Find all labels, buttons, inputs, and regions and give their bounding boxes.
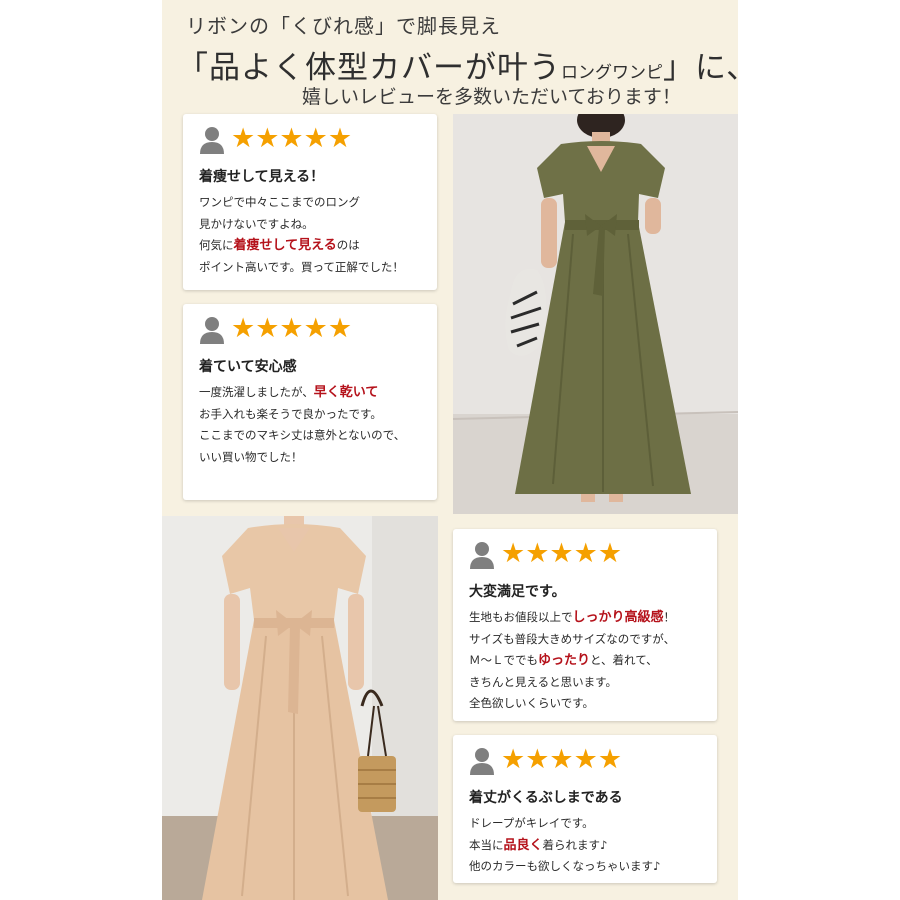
highlight-text: しっかり高級感 bbox=[572, 610, 664, 625]
review-card-3: ★★★★★ 大変満足です。 生地もお値段以上でしっかり高級感！ サイズも普段大きめ… bbox=[453, 529, 717, 721]
heading-line-1: リボンの「くびれ感」で脚長見え bbox=[186, 14, 501, 38]
model-photo-beige-dress-icon bbox=[162, 516, 438, 900]
review-text: ここまでのマキシ丈は意外とないので、 bbox=[199, 428, 406, 442]
review-line: いい買い物でした！ bbox=[199, 447, 405, 469]
user-icon bbox=[200, 127, 224, 154]
review-line: きちんと見えると思います。 bbox=[469, 672, 675, 694]
review-text: サイズも普段大きめサイズなのですが、 bbox=[469, 631, 676, 646]
review-line: 生地もお値段以上でしっかり高級感！ bbox=[469, 607, 675, 629]
review-line: 全色欲しいくらいです。 bbox=[469, 693, 675, 715]
review-card-2: ★★★★★ 着ていて安心感 一度洗濯しましたが、早く乾いてお手入れも楽そうで良か… bbox=[183, 304, 437, 500]
review-text: 何気に bbox=[199, 238, 234, 252]
review-line: お手入れも楽そうで良かったです。 bbox=[199, 404, 405, 426]
review-text: 生地もお値段以上で bbox=[469, 610, 573, 624]
review-card-1: ★★★★★ 着痩せして見える！ ワンピで中々ここまでのロング 見かけないですよね。… bbox=[183, 114, 437, 290]
highlight-text: 着痩せして見える bbox=[233, 238, 337, 253]
review-text: きちんと見えると思います。 bbox=[469, 674, 618, 689]
review-line: サイズも普段大きめサイズなのですが、 bbox=[469, 629, 675, 651]
review-text: 見かけないですよね。 bbox=[199, 216, 314, 231]
heading-line-2-end: 」に、 bbox=[663, 50, 759, 86]
review-line: 他のカラーも欲しくなっちゃいます♪ bbox=[469, 856, 660, 878]
review-text: いい買い物でした！ bbox=[199, 449, 303, 464]
review-title: 着丈がくるぶしまである bbox=[469, 790, 623, 806]
heading-line-2-main: 「品よく体型カバーが叶う bbox=[177, 50, 561, 86]
beige-dress-photo bbox=[162, 516, 438, 900]
review-text: 他のカラーも欲しくなっちゃいます♪ bbox=[469, 859, 661, 873]
review-line: Ｍ～Ｌででもゆったりと、着れて、 bbox=[469, 650, 675, 672]
star-rating: ★★★★★ bbox=[501, 538, 623, 569]
review-text: と、着れて、 bbox=[590, 653, 658, 667]
review-text: ドレープがキレイです。 bbox=[469, 816, 594, 830]
review-line: ドレープがキレイです。 bbox=[469, 813, 660, 835]
model-photo-khaki-dress-icon bbox=[453, 114, 738, 514]
review-line: ワンピで中々ここまでのロング bbox=[199, 192, 404, 214]
review-title: 着ていて安心感 bbox=[199, 359, 297, 375]
review-body: ドレープがキレイです。 本当に品良く着られます♪ 他のカラーも欲しくなっちゃいます♪ bbox=[469, 813, 660, 878]
review-text: 本当に bbox=[469, 837, 504, 852]
review-body: 生地もお値段以上でしっかり高級感！ サイズも普段大きめサイズなのですが、 Ｍ～Ｌでで… bbox=[469, 607, 675, 715]
user-icon bbox=[470, 748, 494, 775]
review-text: お手入れも楽そうで良かったです。 bbox=[199, 406, 382, 421]
khaki-dress-photo bbox=[453, 114, 738, 514]
review-line: 何気に着痩せして見えるのは bbox=[199, 235, 404, 257]
review-title: 着痩せして見える！ bbox=[199, 169, 325, 185]
review-title: 大変満足です。 bbox=[469, 584, 566, 600]
review-text: のは bbox=[336, 238, 360, 252]
review-text: 着られます♪ bbox=[542, 837, 608, 852]
review-body: ワンピで中々ここまでのロング 見かけないですよね。 何気に着痩せして見えるのは ポイン… bbox=[199, 192, 404, 278]
heading-line-2: 「品よく体型カバーが叶うロングワンピ」に、 bbox=[177, 42, 758, 87]
heading-line-3: 嬉しいレビューを多数いただいております！ bbox=[302, 86, 681, 108]
heading-line-2-product: ロングワンピ bbox=[561, 63, 663, 83]
review-text: ！ bbox=[663, 610, 676, 624]
review-line: ポイント高いです。買って正解でした！ bbox=[199, 257, 404, 279]
review-text: ポイント高いです。買って正解でした！ bbox=[199, 259, 404, 274]
user-icon bbox=[200, 317, 224, 344]
review-line: 見かけないですよね。 bbox=[199, 214, 404, 236]
review-card-4: ★★★★★ 着丈がくるぶしまである ドレープがキレイです。 本当に品良く着られます… bbox=[453, 735, 717, 883]
star-rating: ★★★★★ bbox=[231, 123, 353, 154]
user-icon bbox=[470, 542, 494, 569]
review-line: 一度洗濯しましたが、早く乾いて bbox=[199, 382, 405, 404]
review-text: 全色欲しいくらいです。 bbox=[469, 696, 595, 710]
highlight-text: 品良く bbox=[503, 837, 543, 853]
highlight-text: 早く乾いて bbox=[313, 385, 379, 400]
highlight-text: ゆったり bbox=[538, 653, 591, 668]
star-rating: ★★★★★ bbox=[231, 313, 353, 344]
review-text: 一度洗濯しましたが、 bbox=[199, 385, 314, 399]
review-body: 一度洗濯しましたが、早く乾いてお手入れも楽そうで良かったです。ここまでのマキシ丈… bbox=[199, 382, 405, 468]
review-text: Ｍ～Ｌででも bbox=[469, 653, 538, 667]
star-rating: ★★★★★ bbox=[501, 744, 623, 775]
review-line: 本当に品良く着られます♪ bbox=[469, 835, 660, 857]
review-text: ワンピで中々ここまでのロング bbox=[199, 195, 360, 209]
review-line: ここまでのマキシ丈は意外とないので、 bbox=[199, 425, 405, 447]
